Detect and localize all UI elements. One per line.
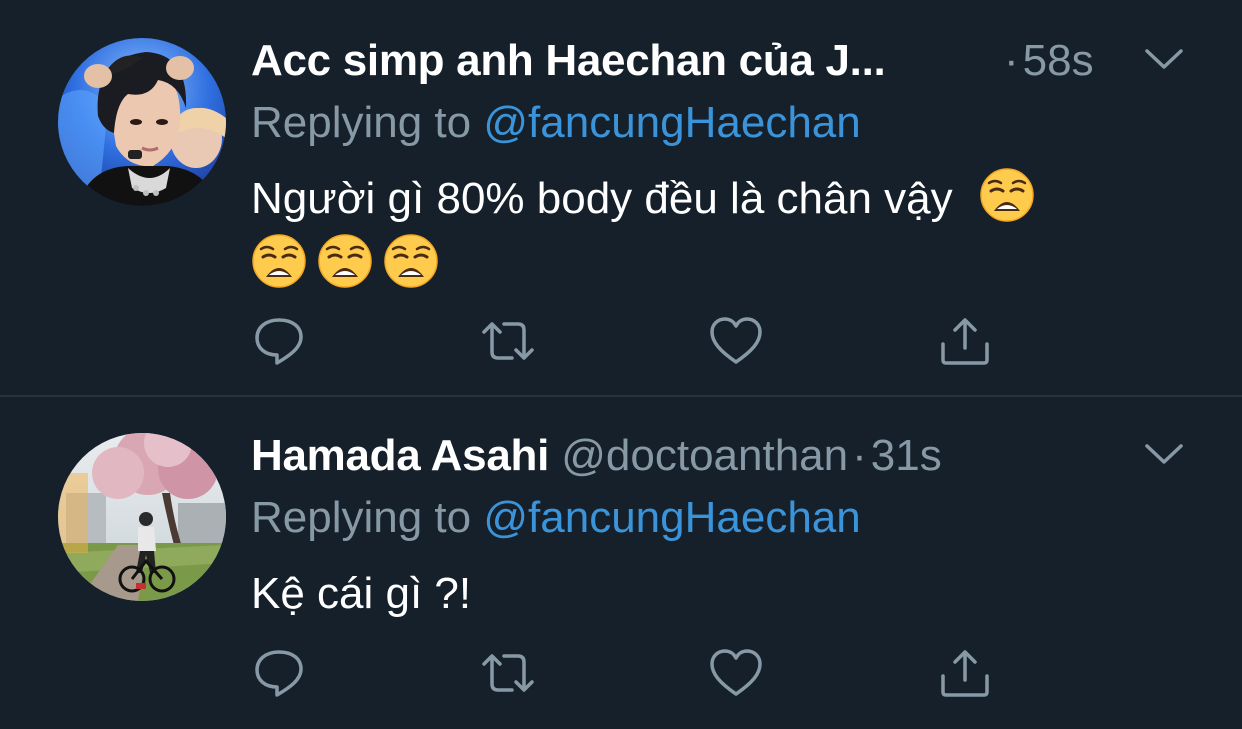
reply-timeline: Acc simp anh Haechan của J... ·58s Reply…	[0, 0, 1242, 729]
tweet-header: Acc simp anh Haechan của J...	[251, 36, 886, 86]
replying-to-label: Replying to	[251, 493, 472, 542]
separator-dot: ·	[852, 431, 867, 480]
retweet-button[interactable]	[480, 648, 536, 698]
tweet-text-content: Người gì 80% body đều là chân vậy	[251, 174, 953, 223]
share-button[interactable]	[937, 648, 993, 698]
retweet-icon	[482, 654, 534, 692]
tweet-actions	[251, 316, 1011, 366]
timestamp[interactable]: 31s	[871, 431, 942, 480]
tweet-text-content: Kệ cái gì ?!	[251, 569, 472, 618]
tweet[interactable]: Hamada Asahi @doctoanthan·31s Replying t…	[0, 398, 1242, 729]
replying-to-line: Replying to @fancungHaechan	[251, 98, 861, 148]
retweet-icon	[482, 322, 534, 360]
display-name[interactable]: Acc simp anh Haechan của J...	[251, 36, 886, 85]
avatar-image	[58, 38, 226, 206]
reply-to-handle[interactable]: @fancungHaechan	[483, 98, 860, 147]
weary-face-emoji	[979, 167, 1035, 223]
avatar-image	[58, 433, 226, 601]
replying-to-label: Replying to	[251, 98, 472, 147]
timestamp[interactable]: 58s	[1023, 36, 1094, 85]
weary-face-emoji	[383, 233, 439, 289]
reply-icon	[255, 650, 303, 697]
chevron-down-icon[interactable]	[1143, 440, 1185, 470]
like-button[interactable]	[708, 316, 764, 366]
reply-to-handle[interactable]: @fancungHaechan	[483, 493, 860, 542]
like-button[interactable]	[708, 648, 764, 698]
separator-dot: ·	[1004, 36, 1019, 85]
tweet-text: Kệ cái gì ?!	[251, 561, 1151, 627]
heart-icon	[710, 649, 762, 696]
weary-face-emoji	[317, 233, 373, 289]
tweet[interactable]: Acc simp anh Haechan của J... ·58s Reply…	[0, 0, 1242, 396]
share-icon	[941, 318, 989, 365]
avatar[interactable]	[58, 433, 226, 601]
tweet-divider	[0, 395, 1242, 397]
share-icon	[941, 650, 989, 697]
timestamp-group: ·58s	[1000, 36, 1094, 86]
replying-to-line: Replying to @fancungHaechan	[251, 493, 861, 543]
chevron-down-icon[interactable]	[1143, 45, 1185, 75]
share-button[interactable]	[937, 316, 993, 366]
reply-button[interactable]	[251, 648, 307, 698]
reply-button[interactable]	[251, 316, 307, 366]
retweet-button[interactable]	[480, 316, 536, 366]
tweet-text: Người gì 80% body đều là chân vậy	[251, 166, 1151, 298]
weary-face-emoji	[251, 233, 307, 289]
reply-icon	[255, 318, 303, 365]
user-handle[interactable]: @doctoanthan	[561, 431, 848, 480]
avatar[interactable]	[58, 38, 226, 206]
display-name[interactable]: Hamada Asahi	[251, 431, 549, 480]
tweet-header: Hamada Asahi @doctoanthan·31s	[251, 431, 942, 481]
tweet-actions	[251, 648, 1011, 698]
heart-icon	[710, 317, 762, 364]
